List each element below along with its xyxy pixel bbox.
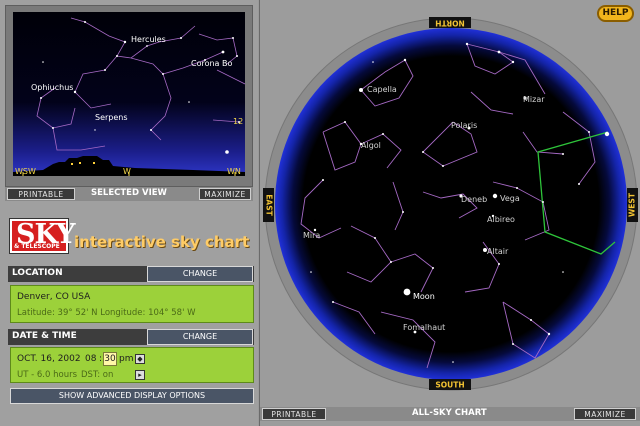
help-button[interactable]: HELP [597,5,634,22]
preview-label-serpens: Serpens [95,113,128,122]
compass-east: EAST [263,188,274,222]
label-capella: Capella [367,85,397,94]
datetime-panel: OCT. 16, 2002 08 : 30 pm ◆ UT - 6.0 hour… [10,347,254,383]
label-deneb: Deneb [461,195,487,204]
all-sky-printable-button[interactable]: PRINTABLE [262,408,326,420]
location-change-button[interactable]: CHANGE [147,266,253,282]
location-city: Denver, CO USA [17,292,91,302]
preview-dir-wsw: WSW [15,167,36,176]
datetime-change-button[interactable]: CHANGE [147,329,253,345]
selected-view-chart[interactable]: Hercules Corona Bo Ophiuchus Serpens 12 … [13,12,245,176]
selected-view-title: SELECTED VIEW [91,188,167,198]
brand-area: SKY & TELESCOPE interactive sky chart [8,215,254,259]
app-title: interactive sky chart [74,233,250,251]
right-panel: Capella Mizar Polaris Algol Deneb Vega A… [259,0,640,426]
time-colon: : [99,354,103,364]
location-panel: Denver, CO USA Latitude: 39° 52' N Longi… [10,285,254,323]
ampm-value[interactable]: pm [119,354,133,364]
east-label: EAST [265,194,274,216]
all-sky-chart[interactable]: Capella Mizar Polaris Algol Deneb Vega A… [263,2,639,404]
location-header: LOCATION CHANGE [8,266,254,282]
all-sky-title: ALL-SKY CHART [412,408,487,418]
preview-label-hercules: Hercules [131,35,166,44]
preview-dir-wn: WN [227,167,241,176]
ut-offset: UT - 6.0 hours [17,370,78,380]
hour-value[interactable]: 08 [85,354,96,364]
date-value: OCT. 16, 2002 [17,354,81,364]
label-moon: Moon [413,292,435,301]
preview-label-ophiuchus: Ophiuchus [31,83,73,92]
sky-disc [275,28,627,380]
dst-status: DST: on [81,370,114,380]
dst-toggle-icon[interactable]: ▸ [135,370,145,380]
all-sky-maximize-button[interactable]: MAXIMIZE [574,408,636,420]
selected-view-bar: PRINTABLE SELECTED VIEW MAXIMIZE [5,187,253,201]
preview-label-hour: 12 [233,117,243,126]
label-vega: Vega [500,194,520,203]
datetime-heading: DATE & TIME [12,331,77,341]
left-panel: Hercules Corona Bo Ophiuchus Serpens 12 … [0,0,258,426]
label-altair: Altair [487,247,509,256]
compass-north: NORTH [429,17,471,28]
preview-dir-w: W [123,167,131,176]
preview-label-corona: Corona Bo [191,59,232,68]
label-fomalhaut: Fomalhaut [403,323,445,332]
label-polaris: Polaris [451,121,477,130]
maximize-button[interactable]: MAXIMIZE [199,188,251,200]
logo-sub-text: & TELESCOPE [14,243,60,250]
label-mira: Mira [303,231,320,240]
north-label: NORTH [435,19,464,28]
all-sky-bar: PRINTABLE ALL-SKY CHART MAXIMIZE [260,407,640,421]
time-step-icon[interactable]: ◆ [135,354,145,364]
advanced-options-button[interactable]: SHOW ADVANCED DISPLAY OPTIONS [10,388,254,404]
compass-south: SOUTH [429,379,471,390]
west-label: WEST [628,192,637,217]
location-coords: Latitude: 39° 52' N Longitude: 104° 58' … [17,308,196,318]
label-algol: Algol [361,141,381,150]
label-mizar: Mizar [523,95,545,104]
compass-west: WEST [627,188,638,222]
south-label: SOUTH [435,381,464,390]
minute-input[interactable]: 30 [103,352,117,366]
sky-telescope-logo: SKY & TELESCOPE [10,219,76,253]
location-heading: LOCATION [12,268,63,278]
datetime-header: DATE & TIME CHANGE [8,329,254,345]
label-albireo: Albireo [487,215,515,224]
printable-button[interactable]: PRINTABLE [7,188,75,200]
